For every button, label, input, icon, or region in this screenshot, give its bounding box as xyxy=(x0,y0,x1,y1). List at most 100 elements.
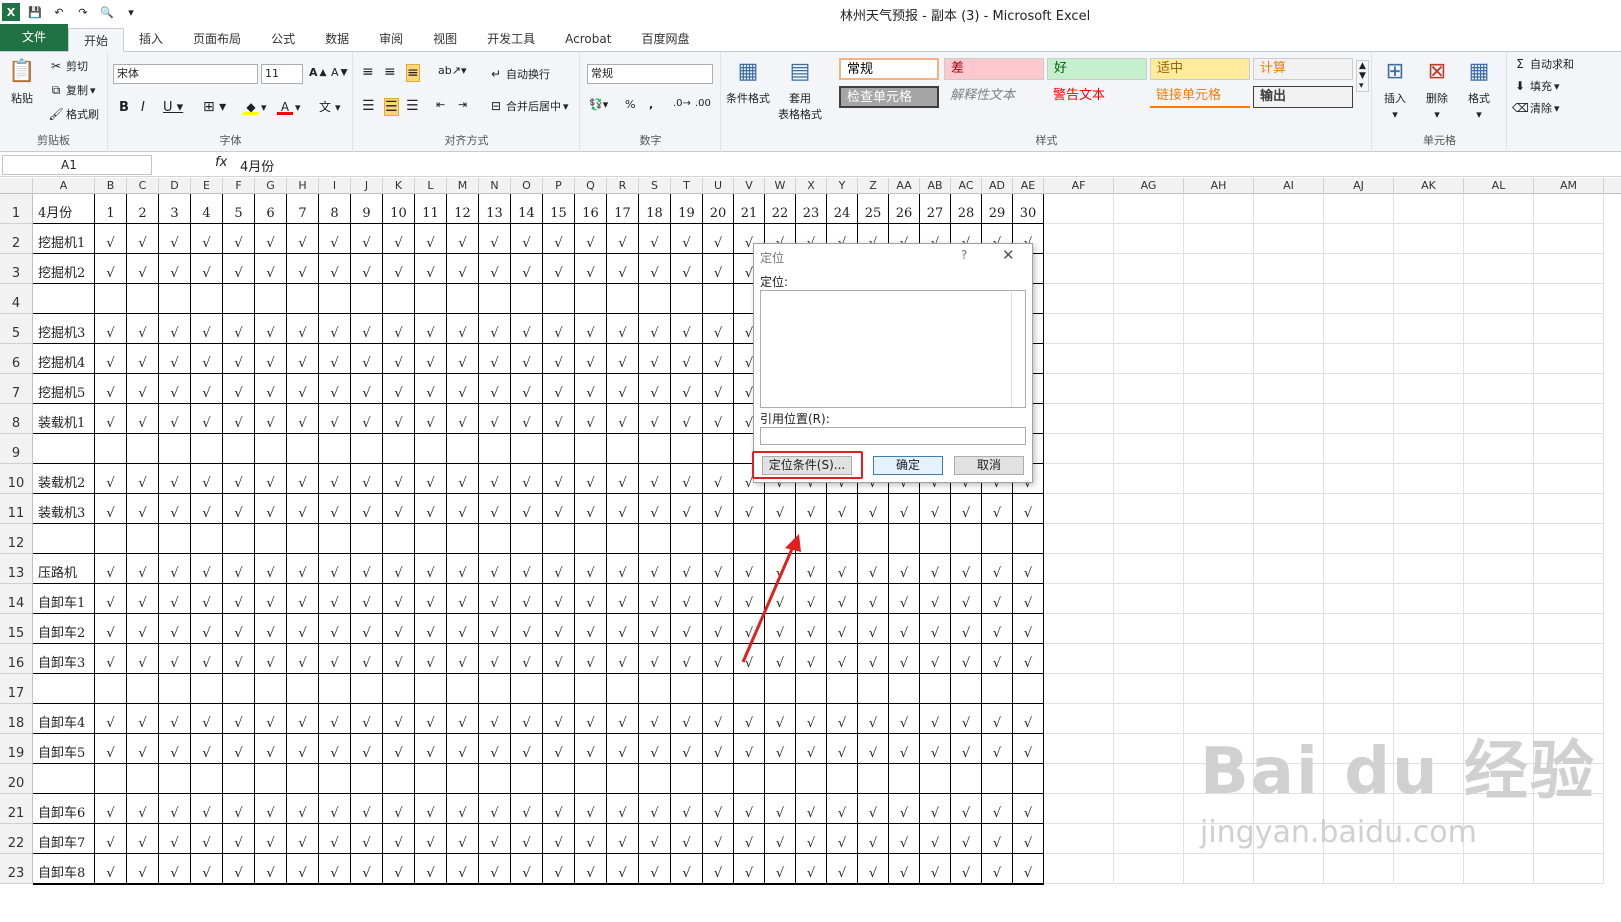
row-label-cell[interactable]: 自卸车5 xyxy=(33,734,95,764)
empty-cell[interactable] xyxy=(1464,194,1534,224)
tab-developer[interactable]: 开发工具 xyxy=(472,27,550,51)
empty-cell[interactable] xyxy=(1464,464,1534,494)
goto-list[interactable] xyxy=(760,290,1026,408)
check-cell[interactable]: √ xyxy=(765,794,796,824)
style-output[interactable]: 输出 xyxy=(1253,86,1353,108)
empty-cell[interactable] xyxy=(383,674,415,704)
day-header-cell[interactable]: 13 xyxy=(479,194,511,224)
column-header[interactable]: O xyxy=(511,178,543,194)
empty-cell[interactable] xyxy=(1184,194,1254,224)
empty-cell[interactable] xyxy=(575,764,607,794)
empty-cell[interactable] xyxy=(1114,254,1184,284)
empty-cell[interactable] xyxy=(1044,824,1114,854)
check-cell[interactable]: √ xyxy=(447,794,479,824)
shrink-font-button[interactable]: A ▼ xyxy=(331,66,348,79)
check-cell[interactable]: √ xyxy=(319,404,351,434)
check-cell[interactable]: √ xyxy=(159,494,191,524)
copy-button[interactable]: ⧉ 复制 ▾ xyxy=(48,82,96,98)
empty-cell[interactable] xyxy=(1013,764,1044,794)
check-cell[interactable]: √ xyxy=(734,734,765,764)
empty-cell[interactable] xyxy=(415,284,447,314)
check-cell[interactable]: √ xyxy=(796,734,827,764)
check-cell[interactable]: √ xyxy=(159,374,191,404)
column-header[interactable]: R xyxy=(607,178,639,194)
row-header[interactable]: 22 xyxy=(0,824,33,854)
empty-cell[interactable] xyxy=(858,764,889,794)
empty-cell[interactable] xyxy=(1464,314,1534,344)
check-cell[interactable]: √ xyxy=(827,794,858,824)
empty-cell[interactable] xyxy=(1394,584,1464,614)
empty-cell[interactable] xyxy=(1044,584,1114,614)
check-cell[interactable]: √ xyxy=(639,374,671,404)
check-cell[interactable]: √ xyxy=(951,584,982,614)
check-cell[interactable]: √ xyxy=(734,824,765,854)
empty-cell[interactable] xyxy=(1044,734,1114,764)
check-cell[interactable]: √ xyxy=(287,614,319,644)
empty-cell[interactable] xyxy=(351,764,383,794)
delete-cells-button[interactable]: ⊠ 删除 ▾ xyxy=(1421,56,1453,121)
check-cell[interactable]: √ xyxy=(543,464,575,494)
empty-cell[interactable] xyxy=(1534,464,1604,494)
empty-cell[interactable] xyxy=(1254,254,1324,284)
row-header[interactable]: 2 xyxy=(0,224,33,254)
check-cell[interactable]: √ xyxy=(796,794,827,824)
empty-cell[interactable] xyxy=(920,674,951,704)
empty-cell[interactable] xyxy=(1534,494,1604,524)
empty-cell[interactable] xyxy=(1013,674,1044,704)
empty-cell[interactable] xyxy=(1534,344,1604,374)
empty-cell[interactable] xyxy=(1324,524,1394,554)
row-label-cell[interactable]: 装载机2 xyxy=(33,464,95,494)
check-cell[interactable]: √ xyxy=(575,314,607,344)
check-cell[interactable]: √ xyxy=(639,344,671,374)
column-header[interactable]: K xyxy=(383,178,415,194)
check-cell[interactable]: √ xyxy=(191,554,223,584)
empty-cell[interactable] xyxy=(639,674,671,704)
check-cell[interactable]: √ xyxy=(447,404,479,434)
style-neutral[interactable]: 适中 xyxy=(1150,58,1250,80)
empty-cell[interactable] xyxy=(1464,854,1534,884)
row-label-cell[interactable] xyxy=(33,434,95,464)
empty-cell[interactable] xyxy=(703,434,734,464)
check-cell[interactable]: √ xyxy=(479,584,511,614)
decrease-decimal-icon[interactable]: .00 xyxy=(695,98,711,109)
check-cell[interactable]: √ xyxy=(575,494,607,524)
check-cell[interactable]: √ xyxy=(982,614,1013,644)
row-header[interactable]: 17 xyxy=(0,674,33,704)
empty-cell[interactable] xyxy=(1534,224,1604,254)
empty-cell[interactable] xyxy=(1044,794,1114,824)
check-cell[interactable]: √ xyxy=(639,734,671,764)
check-cell[interactable]: √ xyxy=(95,254,127,284)
empty-cell[interactable] xyxy=(1184,494,1254,524)
empty-cell[interactable] xyxy=(1114,704,1184,734)
check-cell[interactable]: √ xyxy=(734,794,765,824)
check-cell[interactable]: √ xyxy=(639,854,671,884)
font-size-select[interactable]: 11 xyxy=(261,64,303,84)
empty-cell[interactable] xyxy=(575,284,607,314)
empty-cell[interactable] xyxy=(1464,584,1534,614)
check-cell[interactable]: √ xyxy=(223,824,255,854)
check-cell[interactable]: √ xyxy=(127,344,159,374)
empty-cell[interactable] xyxy=(1184,374,1254,404)
check-cell[interactable]: √ xyxy=(575,794,607,824)
check-cell[interactable]: √ xyxy=(982,734,1013,764)
check-cell[interactable]: √ xyxy=(703,554,734,584)
tab-home[interactable]: 开始 xyxy=(68,28,125,52)
check-cell[interactable]: √ xyxy=(575,854,607,884)
row-label-cell[interactable]: 自卸车6 xyxy=(33,794,95,824)
empty-cell[interactable] xyxy=(1184,554,1254,584)
check-cell[interactable]: √ xyxy=(223,644,255,674)
empty-cell[interactable] xyxy=(1534,824,1604,854)
check-cell[interactable]: √ xyxy=(127,584,159,614)
check-cell[interactable]: √ xyxy=(982,644,1013,674)
check-cell[interactable]: √ xyxy=(287,224,319,254)
check-cell[interactable]: √ xyxy=(951,854,982,884)
check-cell[interactable]: √ xyxy=(703,794,734,824)
check-cell[interactable]: √ xyxy=(127,554,159,584)
check-cell[interactable]: √ xyxy=(287,374,319,404)
column-header[interactable]: D xyxy=(159,178,191,194)
check-cell[interactable]: √ xyxy=(671,614,703,644)
empty-cell[interactable] xyxy=(383,524,415,554)
check-cell[interactable]: √ xyxy=(543,554,575,584)
check-cell[interactable]: √ xyxy=(703,224,734,254)
check-cell[interactable]: √ xyxy=(607,314,639,344)
